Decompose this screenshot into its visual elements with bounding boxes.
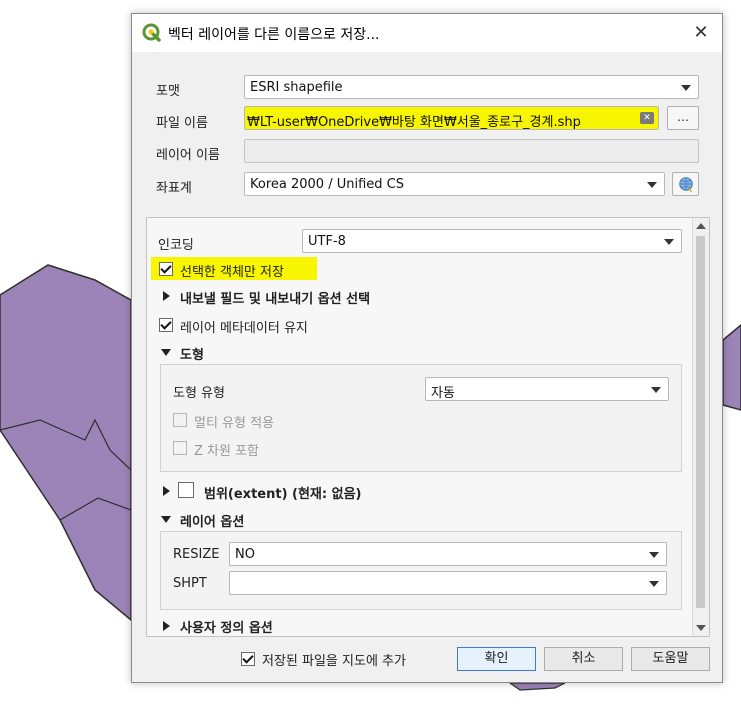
help-button[interactable]: 도움말 xyxy=(631,647,710,671)
clear-text-icon[interactable]: ✕ xyxy=(640,112,654,124)
browse-button[interactable]: … xyxy=(667,106,699,130)
selected-only-label[interactable]: 선택한 객체만 저장 xyxy=(180,261,284,280)
collapse-down-icon[interactable] xyxy=(161,516,171,523)
filename-value: ₩LT-user₩OneDrive₩바탕 화면₩서울_종로구_경계.shp xyxy=(247,115,581,130)
district-polygon-right xyxy=(722,324,741,411)
resize-combo[interactable]: NO xyxy=(229,542,667,566)
layername-label: 레이어 이름 xyxy=(156,148,220,163)
qgis-logo-icon xyxy=(142,23,161,42)
layer-options-section[interactable]: 레이어 옵션 xyxy=(180,511,244,530)
crs-combo[interactable]: Korea 2000 / Unified CS xyxy=(244,172,665,196)
geometry-type-combo[interactable]: 자동 xyxy=(425,377,669,401)
expand-right-icon[interactable] xyxy=(163,291,170,301)
crs-value: Korea 2000 / Unified CS xyxy=(250,177,404,192)
layer-options-groupbox: RESIZE NO SHPT xyxy=(160,531,682,610)
scroll-down-icon[interactable] xyxy=(696,625,706,631)
selected-only-checkbox[interactable] xyxy=(159,262,173,276)
expand-right-icon[interactable] xyxy=(163,486,170,496)
keep-metadata-label[interactable]: 레이어 메타데이터 유지 xyxy=(180,317,308,336)
chevron-down-icon xyxy=(681,85,691,91)
format-label: 포맷 xyxy=(156,84,180,99)
chevron-down-icon xyxy=(649,581,659,587)
district-polygon-bottom xyxy=(508,682,566,691)
encoding-value: UTF-8 xyxy=(308,234,346,249)
title-bar: 벡터 레이어를 다른 이름으로 저장... ✕ xyxy=(132,14,722,52)
resize-label: RESIZE xyxy=(173,547,220,562)
crs-select-button[interactable] xyxy=(672,172,699,196)
encoding-label: 인코딩 xyxy=(158,238,194,253)
collapse-down-icon[interactable] xyxy=(161,349,171,356)
z-dimension-label: Z 차원 포함 xyxy=(194,444,260,459)
crs-label: 좌표계 xyxy=(156,181,192,196)
z-dimension-checkbox[interactable] xyxy=(173,441,187,455)
close-button[interactable]: ✕ xyxy=(688,20,714,46)
expand-right-icon[interactable] xyxy=(163,621,170,631)
format-combo[interactable]: ESRI shapefile xyxy=(244,75,699,99)
chevron-down-icon xyxy=(664,239,674,245)
ok-button[interactable]: 확인 xyxy=(457,647,536,671)
shpt-combo[interactable] xyxy=(229,571,667,595)
encoding-combo[interactable]: UTF-8 xyxy=(302,229,682,253)
vertical-scrollbar[interactable] xyxy=(692,218,709,636)
extent-checkbox[interactable] xyxy=(178,482,194,498)
add-to-map-label[interactable]: 저장된 파일을 지도에 추가 xyxy=(262,650,406,669)
layername-input[interactable] xyxy=(244,139,699,163)
export-fields-section[interactable]: 내보낼 필드 및 내보내기 옵션 선택 xyxy=(180,288,370,307)
chevron-down-icon xyxy=(647,182,657,188)
cancel-button[interactable]: 취소 xyxy=(544,647,623,671)
district-polygon xyxy=(0,264,132,622)
options-scroll-area[interactable]: 인코딩 UTF-8 선택한 객체만 저장 내보낼 필드 및 내보내기 옵션 선택… xyxy=(146,217,710,637)
multi-type-label: 멀티 유형 적용 xyxy=(194,416,275,431)
shpt-label: SHPT xyxy=(173,576,207,591)
close-icon[interactable]: ✕ xyxy=(693,22,708,43)
filename-label: 파일 이름 xyxy=(156,116,208,131)
geometry-type-value: 자동 xyxy=(431,386,455,401)
geometry-groupbox: 도형 유형 자동 멀티 유형 적용 Z 차원 포함 xyxy=(160,364,682,472)
geometry-type-label: 도형 유형 xyxy=(173,386,225,401)
globe-icon xyxy=(678,177,693,193)
custom-options-section[interactable]: 사용자 정의 옵션 xyxy=(180,617,273,636)
multi-type-checkbox[interactable] xyxy=(173,413,187,427)
format-value: ESRI shapefile xyxy=(250,80,343,95)
save-vector-layer-dialog: 벡터 레이어를 다른 이름으로 저장... ✕ 포맷 ESRI shapefil… xyxy=(131,13,723,683)
dialog-title: 벡터 레이어를 다른 이름으로 저장... xyxy=(168,27,380,43)
chevron-down-icon xyxy=(651,387,661,393)
extent-section[interactable]: 범위(extent) (현재: 없음) xyxy=(204,483,361,502)
keep-metadata-checkbox[interactable] xyxy=(159,318,173,332)
add-to-map-checkbox[interactable] xyxy=(241,652,255,666)
scroll-up-icon[interactable] xyxy=(696,223,706,229)
resize-value: NO xyxy=(235,547,255,562)
chevron-down-icon xyxy=(649,552,659,558)
geometry-section[interactable]: 도형 xyxy=(180,344,204,363)
scrollbar-thumb[interactable] xyxy=(696,236,705,608)
ellipsis-icon[interactable]: … xyxy=(677,110,689,124)
filename-input[interactable]: ₩LT-user₩OneDrive₩바탕 화면₩서울_종로구_경계.shp ✕ xyxy=(244,106,659,130)
